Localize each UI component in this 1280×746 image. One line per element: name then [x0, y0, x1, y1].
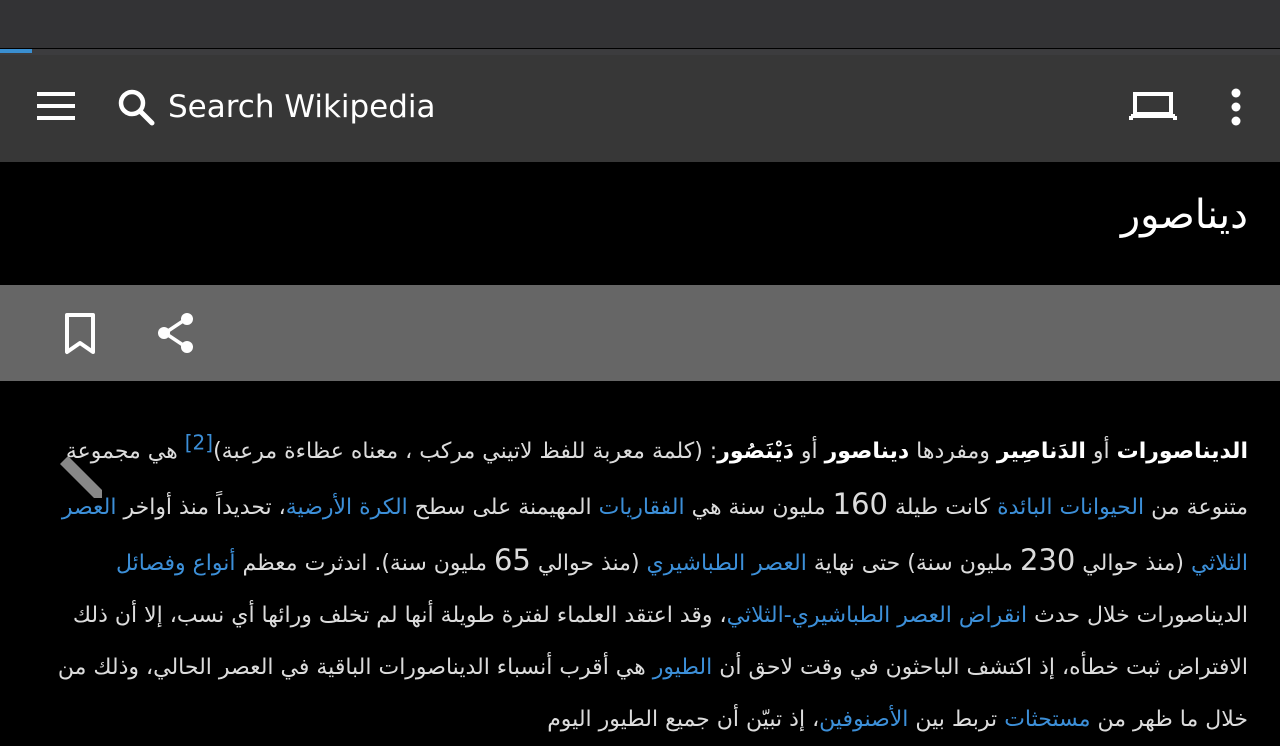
article-link[interactable]: انقراض العصر الطباشيري-الثلاثي [727, 603, 1027, 628]
body-text: : (كلمة معربة للفظ لاتيني مركب ، معناه ع… [213, 439, 718, 464]
article-link[interactable]: الكرة الأرضية [286, 495, 408, 520]
article-link[interactable]: الحيوانات البائدة [997, 495, 1144, 520]
body-text: أو [1085, 439, 1117, 464]
tabs-button[interactable] [1124, 81, 1182, 133]
status-bar [0, 0, 1280, 48]
body-text: مليون سنة) حتى نهاية [806, 551, 1020, 576]
article-body: الديناصورات أو الدَناصِير ومفردها ديناصو… [38, 426, 1248, 746]
menu-button[interactable] [24, 79, 88, 133]
body-text: مليون سنة). اندثرت معظم [235, 551, 494, 576]
share-button[interactable] [152, 309, 200, 357]
number-text: 160 [832, 487, 888, 521]
body-text: ومفردها [909, 439, 997, 464]
citation-link[interactable]: [2] [185, 431, 213, 455]
bold-term: الديناصورات [1116, 439, 1248, 464]
progress-fill [0, 49, 32, 53]
search-placeholder: Search Wikipedia [168, 89, 436, 125]
page-title: ديناصور [1120, 192, 1248, 238]
body-text: مليون سنة هي [684, 495, 833, 520]
body-text: (منذ حوالي [1075, 551, 1191, 576]
article-header: ديناصور [0, 162, 1280, 285]
number-text: 230 [1019, 543, 1076, 577]
body-text: (منذ حوالي [530, 551, 647, 576]
bold-term: الدَناصِير [996, 439, 1086, 464]
bookmark-icon [65, 313, 95, 354]
tabs-icon [1129, 92, 1177, 120]
citation-ref[interactable]: [2] [185, 431, 213, 455]
overflow-menu-button[interactable] [1212, 81, 1260, 133]
article-action-bar [0, 285, 1280, 381]
bookmark-button[interactable] [56, 309, 104, 357]
bold-term: ديناصور [824, 439, 910, 464]
body-text: الديناصورات خلال حدث [1027, 603, 1248, 628]
search-icon [118, 89, 155, 126]
body-text: كانت طيلة [887, 495, 998, 520]
search-bar[interactable]: Search Wikipedia [112, 77, 632, 139]
lead-paragraph: الديناصورات أو الدَناصِير ومفردها ديناصو… [38, 426, 1248, 746]
number-text: 65 [493, 543, 531, 577]
more-vert-icon [1231, 88, 1241, 126]
body-text: أو [793, 439, 825, 464]
article-link[interactable]: الفقاريات [599, 495, 685, 520]
top-toolbar: Search Wikipedia [0, 55, 1280, 162]
article-link[interactable]: أنواع وفصائل [116, 551, 236, 576]
bold-term: دَيْنَصُور [717, 439, 794, 464]
share-icon [158, 313, 193, 353]
article-link[interactable]: الطيور [653, 655, 713, 680]
body-text: المهيمنة على سطح [407, 495, 599, 520]
body-text: ، تحديداً منذ أواخر [116, 495, 286, 520]
article-link[interactable]: العصر الطباشيري [647, 551, 807, 576]
